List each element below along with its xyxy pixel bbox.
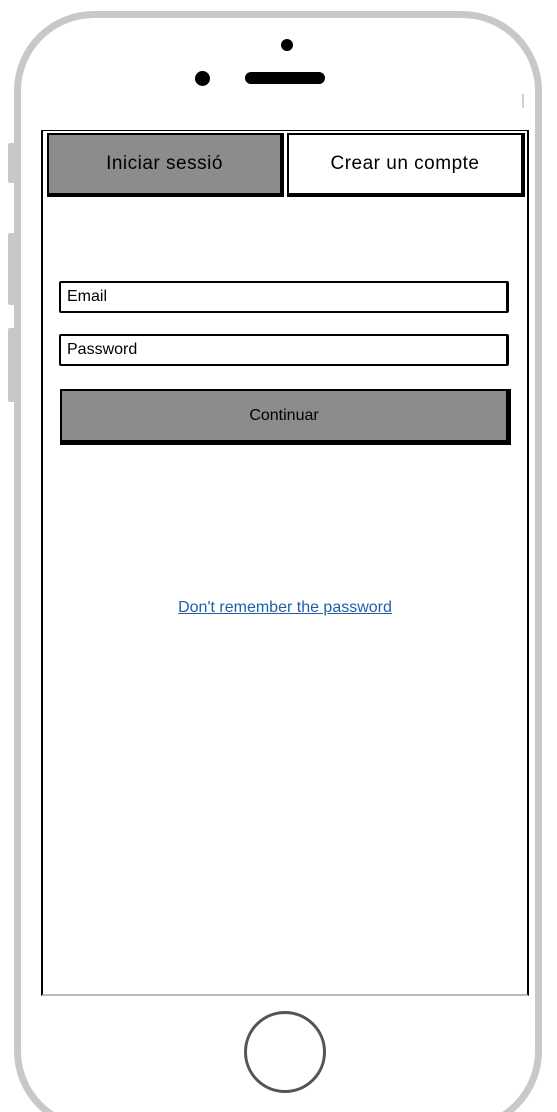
password-field[interactable] [59, 334, 509, 366]
tab-create-account[interactable]: Crear un compte [287, 133, 525, 197]
home-button-icon[interactable] [244, 1011, 326, 1093]
continue-button[interactable]: Continuar [60, 389, 511, 445]
forgot-password-link[interactable]: Don't remember the password [43, 599, 527, 617]
login-screen: Iniciar sessió Crear un compte Continuar… [41, 130, 529, 996]
frame-glint [522, 94, 524, 108]
device-mockup: Iniciar sessió Crear un compte Continuar… [0, 0, 557, 1112]
email-field[interactable] [59, 281, 509, 313]
speaker-icon [245, 72, 325, 84]
tab-login[interactable]: Iniciar sessió [47, 133, 284, 197]
sensor-icon [195, 71, 210, 86]
front-camera-icon [281, 39, 293, 51]
